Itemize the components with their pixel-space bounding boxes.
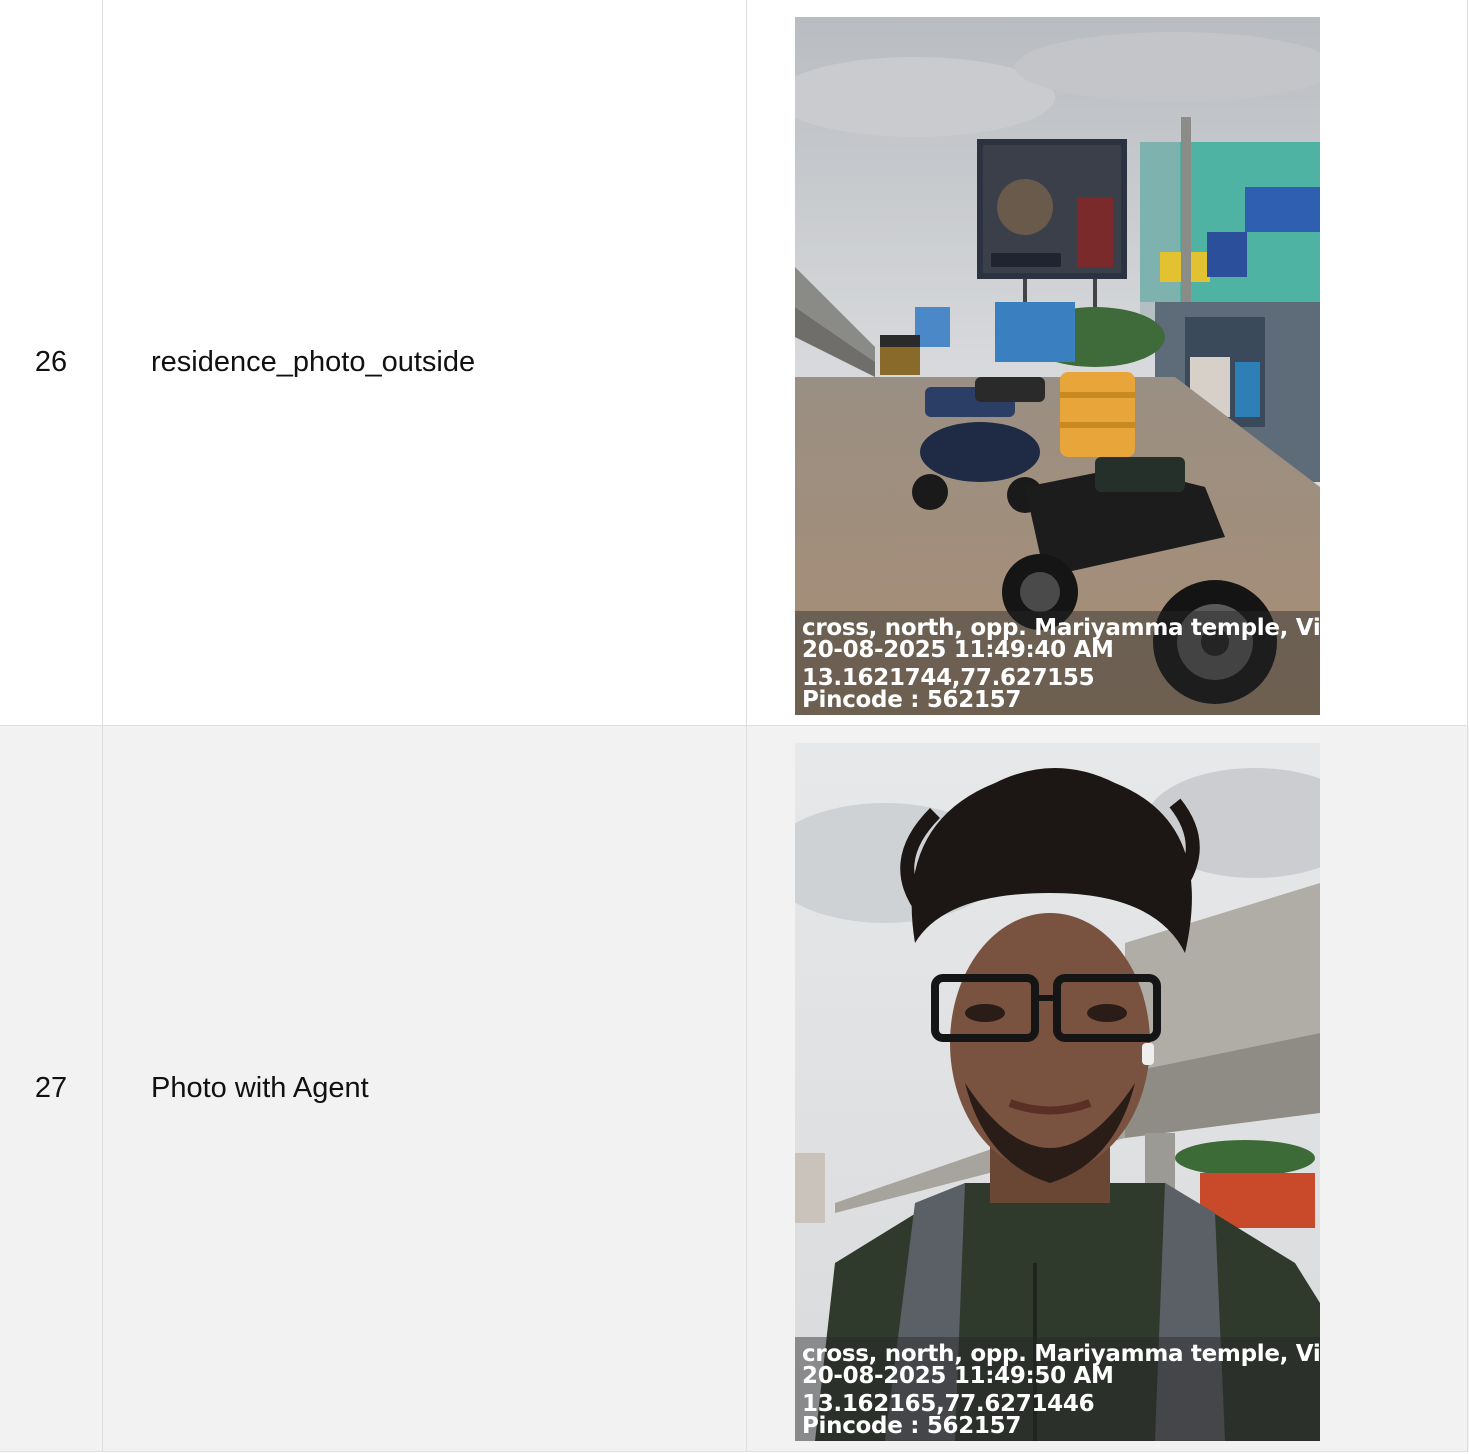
caption-address: cross, north, opp. Mariyamma temple, Vid… (802, 1341, 1320, 1367)
row-photo-cell: cross, north, opp. Mariyamma temple, Vid… (746, 725, 1468, 1452)
caption-coordinates: 13.1621744,77.627155 (802, 665, 1095, 691)
row-number-cell: 26 (0, 0, 103, 726)
caption-datetime: 20-08-2025 11:49:50 AM (802, 1363, 1114, 1389)
row-label: residence_photo_outside (151, 346, 476, 378)
caption-datetime: 20-08-2025 11:49:40 AM (802, 637, 1114, 663)
residence-photo[interactable]: cross, north, opp. Mariyamma temple, Vid… (795, 17, 1320, 715)
caption-address: cross, north, opp. Mariyamma temple, Vid… (802, 615, 1320, 641)
caption-pincode: Pincode : 562157 (802, 687, 1022, 713)
row-label-cell: residence_photo_outside (102, 0, 747, 726)
row-number-cell: 27 (0, 725, 103, 1452)
row-number: 27 (34, 1072, 68, 1104)
document-table: 26 residence_photo_outside cross, north,… (0, 0, 1469, 1454)
caption-coordinates: 13.162165,77.6271446 (802, 1391, 1095, 1417)
row-label-cell: Photo with Agent (102, 725, 747, 1452)
table-row: 27 Photo with Agent cross, north, opp. M… (0, 725, 1469, 1452)
row-photo-cell: cross, north, opp. Mariyamma temple, Vid… (746, 0, 1468, 726)
row-number: 26 (34, 346, 68, 378)
photo-caption-overlay: cross, north, opp. Mariyamma temple, Vid… (795, 1337, 1320, 1441)
caption-pincode: Pincode : 562157 (802, 1413, 1022, 1439)
photo-caption-overlay: cross, north, opp. Mariyamma temple, Vid… (795, 611, 1320, 715)
table-row: 26 residence_photo_outside cross, north,… (0, 0, 1469, 726)
row-label: Photo with Agent (151, 1072, 369, 1104)
agent-photo[interactable]: cross, north, opp. Mariyamma temple, Vid… (795, 743, 1320, 1441)
